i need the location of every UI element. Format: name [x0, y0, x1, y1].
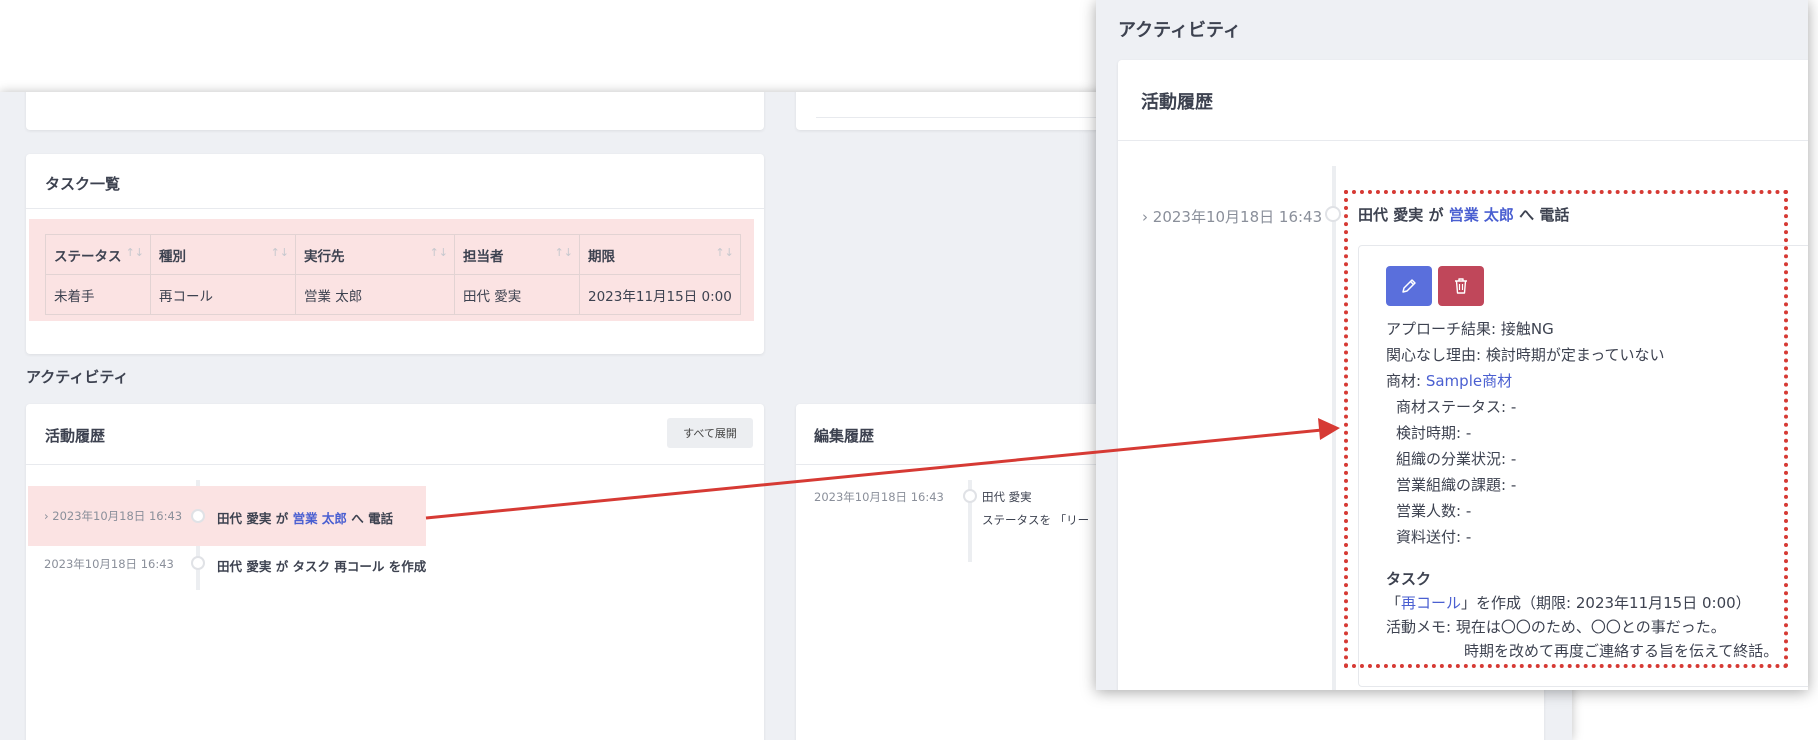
annotation-arrow	[425, 418, 1340, 520]
